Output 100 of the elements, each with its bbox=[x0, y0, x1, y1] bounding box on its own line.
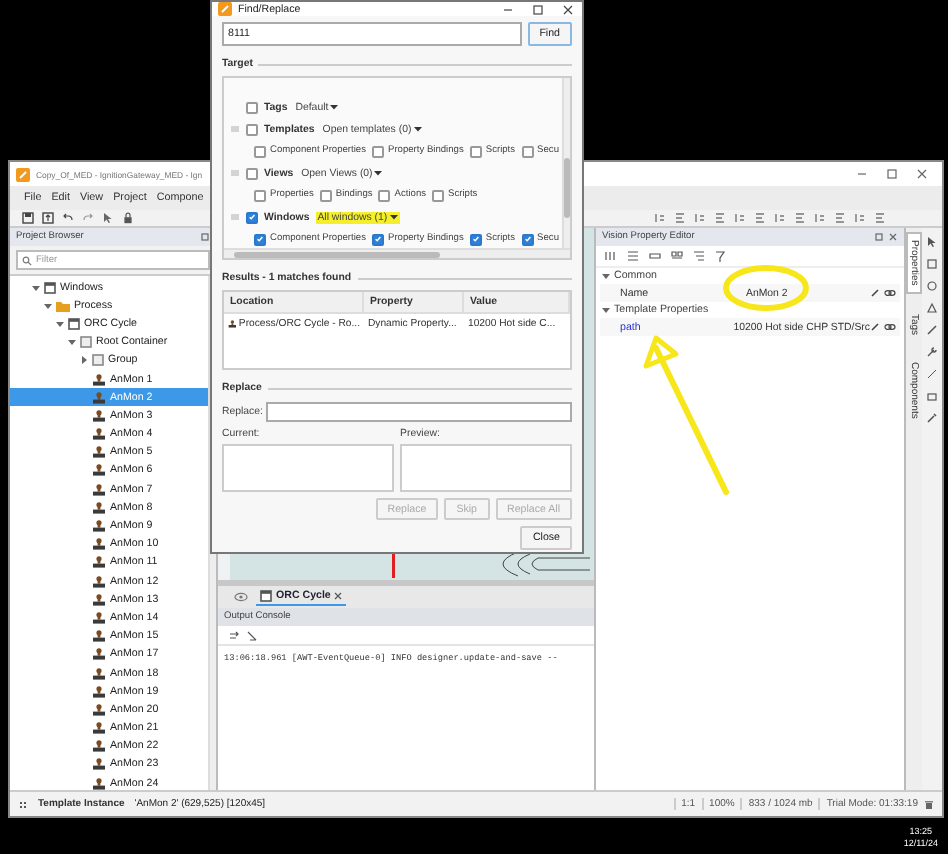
checkbox[interactable] bbox=[246, 211, 258, 223]
close-icon[interactable] bbox=[888, 232, 898, 242]
close-icon[interactable] bbox=[562, 3, 574, 15]
view-icon[interactable] bbox=[692, 250, 706, 262]
view-icon[interactable] bbox=[714, 250, 728, 262]
view-icon[interactable] bbox=[604, 250, 618, 262]
align-icon[interactable] bbox=[834, 212, 846, 224]
stamp-icon bbox=[92, 611, 106, 624]
checkbox[interactable] bbox=[372, 145, 384, 157]
square-icon bbox=[92, 354, 104, 367]
caret-icon[interactable] bbox=[55, 319, 63, 328]
close-icon[interactable] bbox=[916, 168, 928, 180]
checkbox[interactable] bbox=[469, 233, 482, 245]
stamp-icon bbox=[92, 722, 106, 735]
pin-icon[interactable] bbox=[200, 232, 210, 242]
circle-icon[interactable] bbox=[926, 280, 938, 292]
align-icon[interactable] bbox=[754, 212, 766, 224]
minimize-icon[interactable] bbox=[856, 168, 868, 180]
app-icon bbox=[16, 167, 30, 181]
link-icon[interactable] bbox=[884, 322, 896, 332]
align-icon[interactable] bbox=[734, 212, 746, 224]
caret-icon[interactable] bbox=[31, 283, 39, 292]
lock-icon[interactable] bbox=[122, 212, 134, 224]
undo-icon[interactable] bbox=[62, 212, 74, 224]
scrollbar[interactable] bbox=[224, 248, 570, 258]
scrollbar[interactable] bbox=[562, 78, 570, 248]
align-icon[interactable] bbox=[694, 212, 706, 224]
wrap-icon[interactable] bbox=[228, 629, 240, 641]
view-icon[interactable] bbox=[626, 250, 640, 262]
stamp-icon bbox=[92, 667, 106, 680]
pin-icon[interactable] bbox=[874, 232, 884, 242]
pencil-icon[interactable] bbox=[870, 288, 880, 298]
align-icon[interactable] bbox=[654, 212, 666, 224]
align-icon[interactable] bbox=[874, 212, 886, 224]
align-icon[interactable] bbox=[854, 212, 866, 224]
caret-icon[interactable] bbox=[389, 214, 398, 220]
checkbox[interactable] bbox=[254, 145, 266, 157]
checkbox[interactable] bbox=[246, 123, 258, 135]
caret-icon[interactable] bbox=[602, 272, 610, 280]
window-icon bbox=[68, 317, 80, 330]
caret-icon[interactable] bbox=[330, 104, 339, 110]
checkbox[interactable] bbox=[254, 189, 266, 201]
replace-field[interactable] bbox=[266, 401, 572, 421]
checkbox[interactable] bbox=[378, 189, 391, 201]
save-icon[interactable] bbox=[22, 212, 34, 224]
align-icon[interactable] bbox=[674, 212, 686, 224]
checkbox[interactable] bbox=[319, 189, 332, 201]
caret-icon[interactable] bbox=[413, 126, 422, 132]
grip-icon[interactable] bbox=[230, 212, 240, 222]
grip-icon[interactable] bbox=[230, 124, 240, 134]
cursor-icon[interactable] bbox=[102, 212, 114, 224]
line-icon[interactable] bbox=[926, 368, 938, 380]
view-icon[interactable] bbox=[648, 250, 662, 262]
rectangle-icon[interactable] bbox=[926, 258, 938, 270]
align-icon[interactable] bbox=[814, 212, 826, 224]
link-icon[interactable] bbox=[884, 288, 896, 298]
stamp-icon bbox=[92, 446, 106, 459]
checkbox[interactable] bbox=[254, 233, 266, 245]
stamp-icon bbox=[92, 575, 106, 588]
stamp-icon bbox=[92, 593, 106, 606]
stamp-icon bbox=[92, 556, 106, 569]
align-icon[interactable] bbox=[774, 212, 786, 224]
pencil-icon[interactable] bbox=[870, 322, 880, 332]
clear-icon[interactable] bbox=[246, 629, 258, 641]
grip-icon[interactable] bbox=[18, 799, 28, 809]
pen-icon[interactable] bbox=[926, 324, 938, 336]
checkbox[interactable] bbox=[521, 233, 534, 245]
caret-icon[interactable] bbox=[43, 301, 51, 310]
caret-icon[interactable] bbox=[602, 306, 610, 314]
grip-icon[interactable] bbox=[230, 168, 240, 178]
stamp-icon bbox=[92, 538, 106, 551]
minimize-icon[interactable] bbox=[502, 3, 514, 15]
stamp-icon bbox=[92, 703, 106, 716]
checkbox[interactable] bbox=[521, 145, 534, 157]
align-icon[interactable] bbox=[714, 212, 726, 224]
ellipse-annotation bbox=[723, 265, 809, 311]
eyedropper-icon[interactable] bbox=[926, 412, 938, 424]
eye-icon[interactable] bbox=[234, 592, 248, 602]
window-icon bbox=[44, 281, 56, 294]
maximize-icon[interactable] bbox=[886, 168, 898, 180]
stamp-icon bbox=[92, 373, 106, 386]
caret-icon[interactable] bbox=[79, 356, 87, 365]
align-icon[interactable] bbox=[794, 212, 806, 224]
caret-icon[interactable] bbox=[374, 170, 383, 176]
upload-icon[interactable] bbox=[42, 212, 54, 224]
checkbox[interactable] bbox=[432, 189, 445, 201]
triangle-icon[interactable] bbox=[926, 302, 938, 314]
checkbox[interactable] bbox=[469, 145, 482, 157]
close-icon[interactable] bbox=[334, 592, 343, 600]
maximize-icon[interactable] bbox=[532, 3, 544, 15]
wrench-icon[interactable] bbox=[926, 346, 938, 358]
redo-icon[interactable] bbox=[82, 212, 94, 224]
checkbox[interactable] bbox=[246, 167, 258, 179]
caret-icon[interactable] bbox=[67, 338, 75, 347]
tray-icon[interactable] bbox=[926, 390, 938, 402]
checkbox[interactable] bbox=[246, 101, 258, 113]
trash-icon[interactable] bbox=[924, 799, 934, 809]
view-icon[interactable] bbox=[670, 250, 684, 262]
checkbox[interactable] bbox=[372, 233, 384, 245]
cursor-icon[interactable] bbox=[926, 236, 938, 248]
